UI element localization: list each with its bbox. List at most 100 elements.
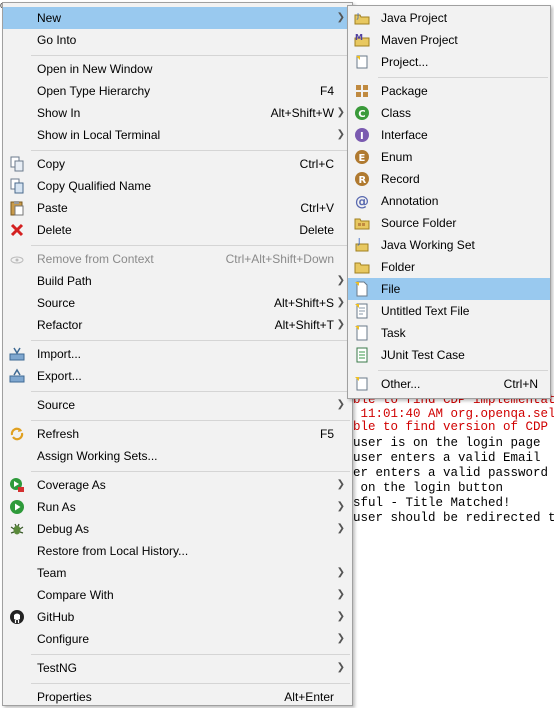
menu-item-build-path[interactable]: Build Path ❯ [3, 270, 352, 292]
svg-text:M: M [355, 33, 363, 42]
menu-item-label: Run As [37, 500, 76, 514]
menu-item-copy[interactable]: Copy Ctrl+C [3, 153, 352, 175]
menu-item-compare-with[interactable]: Compare With ❯ [3, 584, 352, 606]
submenu-item-junit-test-case[interactable]: JUnit Test Case [348, 344, 550, 366]
menu-item-show-in-local-terminal[interactable]: Show in Local Terminal ❯ [3, 124, 352, 146]
task-icon [355, 325, 368, 341]
menu-item-refresh[interactable]: Refresh F5 [3, 423, 352, 445]
submenu-item-folder[interactable]: Folder [348, 256, 550, 278]
submenu-item-annotation[interactable]: @ Annotation [348, 190, 550, 212]
menu-item-shortcut: F5 [319, 427, 334, 441]
menu-item-label: Assign Working Sets... [37, 449, 158, 463]
menu-item-label: Annotation [381, 194, 439, 208]
context-menu: New ❯ Go Into Open in New Window Open Ty… [2, 2, 353, 706]
menu-item-label: Java Working Set [381, 238, 475, 252]
submenu-item-file[interactable]: File [348, 278, 550, 300]
submenu-item-maven-project[interactable]: M Maven Project [348, 29, 550, 51]
submenu-arrow-icon: ❯ [336, 633, 345, 644]
menu-item-paste[interactable]: Paste Ctrl+V [3, 197, 352, 219]
menu-item-open-in-new-window[interactable]: Open in New Window [3, 58, 352, 80]
submenu-item-other[interactable]: Other... Ctrl+N [348, 373, 550, 395]
export-icon [9, 368, 25, 383]
menu-item-label: Copy [37, 157, 66, 171]
submenu-item-interface[interactable]: I Interface [348, 124, 550, 146]
submenu-item-package[interactable]: Package [348, 80, 550, 102]
menu-separator [31, 683, 350, 684]
menu-item-label: Show In [37, 106, 81, 120]
submenu-item-enum[interactable]: E Enum [348, 146, 550, 168]
menu-item-go-into[interactable]: Go Into [3, 29, 352, 51]
menu-item-configure[interactable]: Configure ❯ [3, 628, 352, 650]
record-icon: R [355, 172, 369, 186]
console-line: e user enters a valid Email [338, 451, 541, 465]
menu-item-export[interactable]: Export... [3, 365, 352, 387]
run-icon [10, 500, 24, 514]
menu-item-import[interactable]: Import... [3, 343, 352, 365]
menu-item-label: Delete [37, 223, 72, 237]
menu-item-github[interactable]: GitHub ❯ [3, 606, 352, 628]
menu-item-assign-working-sets[interactable]: Assign Working Sets... [3, 445, 352, 467]
menu-item-label: Show in Local Terminal [37, 128, 161, 142]
menu-item-label: Refresh [37, 427, 80, 441]
menu-item-label: Enum [381, 150, 413, 164]
interface-icon: I [355, 128, 369, 142]
menu-separator [31, 391, 350, 392]
submenu-item-java-project[interactable]: J Java Project [348, 7, 550, 29]
menu-item-copy-qualified-name[interactable]: Copy Qualified Name [3, 175, 352, 197]
coverage-icon [10, 478, 24, 492]
menu-item-label: Untitled Text File [381, 304, 470, 318]
menu-item-label: JUnit Test Case [381, 348, 465, 362]
menu-item-team[interactable]: Team ❯ [3, 562, 352, 584]
copy-qualified-icon [10, 178, 24, 194]
svg-text:R: R [359, 175, 367, 186]
menu-item-new[interactable]: New ❯ [3, 7, 352, 29]
submenu-item-source-folder[interactable]: Source Folder [348, 212, 550, 234]
refresh-icon [10, 427, 24, 441]
menu-item-debug-as[interactable]: Debug As ❯ [3, 518, 352, 540]
menu-separator [31, 245, 350, 246]
menu-item-label: Folder [381, 260, 416, 274]
file-icon [355, 281, 368, 297]
folder-icon [354, 262, 370, 274]
menu-item-refactor[interactable]: Refactor Alt+Shift+T ❯ [3, 314, 352, 336]
untitled-text-file-icon [355, 303, 368, 319]
java-project-icon: J [354, 12, 370, 25]
submenu-item-record[interactable]: R Record [348, 168, 550, 190]
menu-separator [378, 77, 548, 78]
submenu-item-java-working-set[interactable]: J Java Working Set [348, 234, 550, 256]
submenu-arrow-icon: ❯ [336, 107, 345, 118]
menu-separator [31, 55, 350, 56]
submenu-item-class[interactable]: C Class [348, 102, 550, 124]
menu-item-show-in[interactable]: Show In Alt+Shift+W ❯ [3, 102, 352, 124]
submenu-arrow-icon: ❯ [336, 297, 345, 308]
remove-context-icon [10, 256, 24, 264]
menu-item-label: File [381, 282, 401, 296]
submenu-arrow-icon: ❯ [336, 567, 345, 578]
menu-item-testng[interactable]: TestNG ❯ [3, 657, 352, 679]
menu-item-restore-from-local-history[interactable]: Restore from Local History... [3, 540, 352, 562]
menu-item-shortcut: Ctrl+Alt+Shift+Down [225, 252, 334, 266]
menu-item-label: Compare With [37, 588, 114, 602]
menu-item-label: Interface [381, 128, 428, 142]
menu-item-label: Team [37, 566, 67, 580]
menu-item-label: Project... [381, 55, 429, 69]
menu-item-source-2[interactable]: Source ❯ [3, 394, 352, 416]
submenu-item-task[interactable]: Task [348, 322, 550, 344]
menu-item-label: Configure [37, 632, 90, 646]
menu-item-open-type-hierarchy[interactable]: Open Type Hierarchy F4 [3, 80, 352, 102]
menu-item-label: Properties [37, 690, 92, 704]
submenu-item-untitled-text-file[interactable]: Untitled Text File [348, 300, 550, 322]
menu-item-run-as[interactable]: Run As ❯ [3, 496, 352, 518]
project-icon [356, 55, 368, 69]
menu-item-label: Export... [37, 369, 82, 383]
submenu-arrow-icon: ❯ [336, 399, 345, 410]
menu-item-coverage-as[interactable]: Coverage As ❯ [3, 474, 352, 496]
menu-item-properties[interactable]: Properties Alt+Enter [3, 686, 352, 708]
submenu-item-project[interactable]: Project... [348, 51, 550, 73]
menu-item-delete[interactable]: Delete Delete [3, 219, 352, 241]
menu-item-label: Restore from Local History... [37, 544, 189, 558]
import-icon [9, 347, 25, 361]
menu-item-source[interactable]: Source Alt+Shift+S ❯ [3, 292, 352, 314]
submenu-arrow-icon: ❯ [336, 479, 345, 490]
submenu-arrow-icon: ❯ [336, 12, 345, 23]
